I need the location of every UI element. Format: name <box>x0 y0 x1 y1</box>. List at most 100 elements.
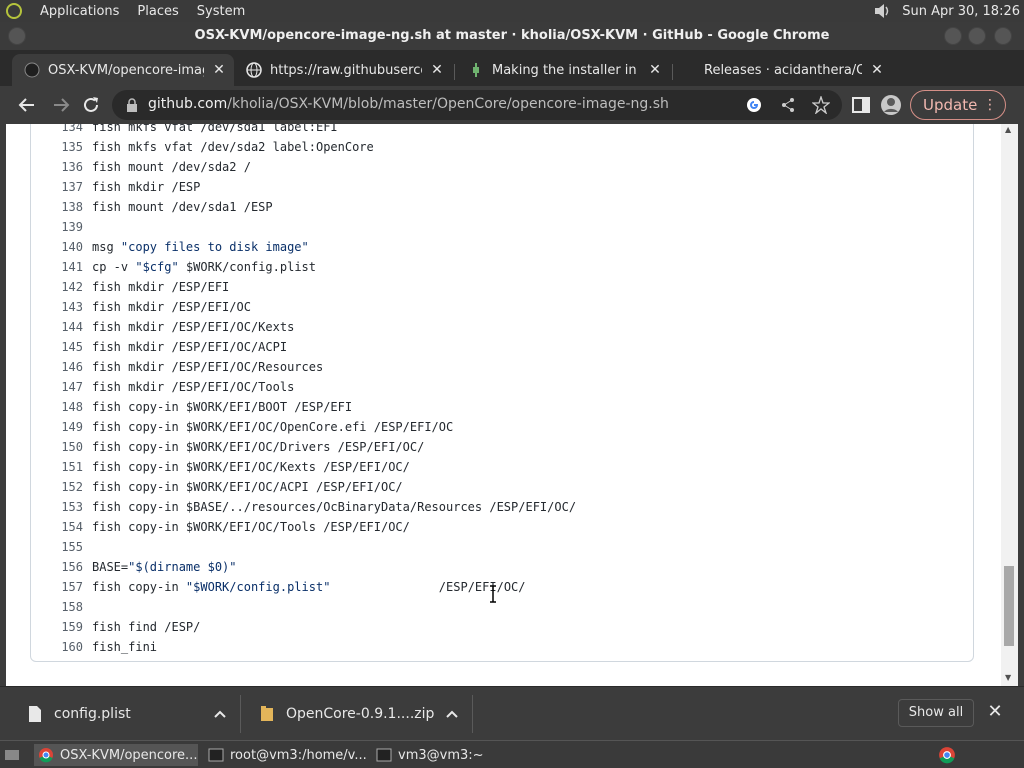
back-arrow-icon[interactable] <box>16 94 38 116</box>
line-number[interactable]: 136 <box>49 157 83 177</box>
window-titlebar[interactable]: OSX-KVM/opencore-image-ng.sh at master ·… <box>0 22 1024 50</box>
code-token: fish mkdir /ESP/EFI <box>92 280 230 294</box>
distro-logo-icon[interactable] <box>6 3 22 19</box>
taskbar-item-vm3-terminal[interactable]: vm3@vm3:~ <box>372 744 532 766</box>
line-number[interactable]: 142 <box>49 277 83 297</box>
download-item-opencore-zip[interactable]: OpenCore-0.9.1....zip <box>260 687 470 741</box>
chevron-up-icon[interactable] <box>446 710 458 718</box>
code-token: BASE= <box>92 560 129 574</box>
update-button[interactable]: Update ⋮ <box>910 90 1006 120</box>
update-label: Update <box>923 96 978 114</box>
tab-close-icon[interactable]: ✕ <box>428 62 446 78</box>
line-number[interactable]: 157 <box>49 577 83 597</box>
line-number[interactable]: 156 <box>49 557 83 577</box>
code-text: fish copy-in $WORK/EFI/OC/Drivers /ESP/E… <box>92 437 424 457</box>
tab-title: Releases · acidanthera/OpenCorePkg <box>704 62 862 78</box>
line-number[interactable]: 160 <box>49 637 83 657</box>
download-shelf: config.plist OpenCore-0.9.1....zip Show … <box>0 686 1024 740</box>
tab-making-installer[interactable]: Making the installer in Linux ✕ <box>456 54 670 86</box>
close-window-button[interactable] <box>994 27 1012 45</box>
line-number[interactable]: 134 <box>49 124 83 137</box>
line-number[interactable]: 147 <box>49 377 83 397</box>
google-icon[interactable] <box>746 97 762 113</box>
code-token: fish mkfs vfat /dev/sda1 label:EFI <box>92 124 338 134</box>
code-token: fish mkdir /ESP/EFI/OC/Resources <box>92 360 324 374</box>
kebab-menu-icon[interactable]: ⋮ <box>983 91 997 119</box>
menu-system[interactable]: System <box>197 4 245 19</box>
code-token: fish mkdir /ESP/EFI/OC <box>92 300 251 314</box>
taskbar-item-chrome[interactable]: OSX-KVM/opencore... <box>34 744 198 766</box>
taskbar-item-root-terminal[interactable]: root@vm3:/home/v... <box>204 744 366 766</box>
code-token: fish copy-in $WORK/EFI/OC/Tools /ESP/EFI… <box>92 520 410 534</box>
url-text[interactable]: github.com/kholia/OSX-KVM/blob/master/Op… <box>148 96 669 112</box>
code-token: $WORK/config.plist <box>178 260 316 274</box>
line-number[interactable]: 155 <box>49 537 83 557</box>
line-number[interactable]: 158 <box>49 597 83 617</box>
code-token: fish copy-in $WORK/EFI/OC/ACPI /ESP/EFI/… <box>92 480 403 494</box>
line-number[interactable]: 150 <box>49 437 83 457</box>
volume-icon[interactable] <box>872 2 892 20</box>
tab-releases-opencorepkg[interactable]: Releases · acidanthera/OpenCorePkg ✕ <box>692 54 892 86</box>
forward-arrow-icon[interactable] <box>50 94 72 116</box>
menu-places[interactable]: Places <box>137 4 178 19</box>
code-text: fish copy-in $WORK/EFI/OC/ACPI /ESP/EFI/… <box>92 477 403 497</box>
code-line: 156 BASE="$(dirname $0)" <box>31 557 971 577</box>
line-number[interactable]: 141 <box>49 257 83 277</box>
profile-avatar-icon[interactable] <box>880 94 902 116</box>
tab-close-icon[interactable]: ✕ <box>868 62 886 78</box>
line-number[interactable]: 138 <box>49 197 83 217</box>
line-number[interactable]: 154 <box>49 517 83 537</box>
code-line: 149 fish copy-in $WORK/EFI/OC/OpenCore.ef… <box>31 417 971 437</box>
line-number[interactable]: 145 <box>49 337 83 357</box>
line-number[interactable]: 146 <box>49 357 83 377</box>
share-icon[interactable] <box>780 97 796 113</box>
line-number[interactable]: 140 <box>49 237 83 257</box>
show-all-button[interactable]: Show all <box>898 699 974 727</box>
window-menu-button[interactable] <box>8 27 26 45</box>
code-token: fish copy-in $BASE/../resources/OcBinary… <box>92 500 577 514</box>
side-panel-icon[interactable] <box>850 94 872 116</box>
maximize-button[interactable] <box>968 27 986 45</box>
reload-icon[interactable] <box>80 94 102 116</box>
menu-applications[interactable]: Applications <box>40 4 119 19</box>
chevron-up-icon[interactable] <box>214 710 226 718</box>
code-text: fish mkdir /ESP/EFI/OC/Tools <box>92 377 294 397</box>
code-line: 136 fish mount /dev/sda2 / <box>31 157 971 177</box>
line-number[interactable]: 149 <box>49 417 83 437</box>
line-number[interactable]: 148 <box>49 397 83 417</box>
system-menu: Applications Places System <box>6 3 263 19</box>
tab-raw-githubusercontent[interactable]: https://raw.githubusercontent.com ✕ <box>234 54 452 86</box>
tab-opencore-image[interactable]: OSX-KVM/opencore-image-ng.sh at master ✕ <box>12 54 234 86</box>
close-icon[interactable]: ✕ <box>986 703 1004 721</box>
line-number[interactable]: 143 <box>49 297 83 317</box>
chrome-tray-icon[interactable] <box>938 746 956 764</box>
scrollbar[interactable]: ▲ ▼ <box>1001 124 1018 686</box>
star-icon[interactable] <box>812 96 830 114</box>
line-number[interactable]: 139 <box>49 217 83 237</box>
tab-close-icon[interactable]: ✕ <box>210 62 228 78</box>
download-filename: OpenCore-0.9.1....zip <box>286 706 435 722</box>
scroll-up-icon[interactable]: ▲ <box>1005 126 1013 134</box>
line-number[interactable]: 153 <box>49 497 83 517</box>
lock-icon[interactable] <box>126 98 138 112</box>
minimize-button[interactable] <box>944 27 962 45</box>
line-number[interactable]: 151 <box>49 457 83 477</box>
line-number[interactable]: 144 <box>49 317 83 337</box>
code-token: fish mkfs vfat /dev/sda2 label:OpenCore <box>92 140 374 154</box>
line-number[interactable]: 135 <box>49 137 83 157</box>
tab-close-icon[interactable]: ✕ <box>646 62 664 78</box>
line-number[interactable]: 159 <box>49 617 83 637</box>
code-text: fish copy-in $WORK/EFI/BOOT /ESP/EFI <box>92 397 352 417</box>
address-bar[interactable]: github.com/kholia/OSX-KVM/blob/master/Op… <box>112 90 842 120</box>
code-text: fish mount /dev/sda1 /ESP <box>92 197 273 217</box>
download-item-config-plist[interactable]: config.plist <box>28 687 238 741</box>
show-desktop-icon[interactable] <box>4 747 20 763</box>
clock[interactable]: Sun Apr 30, 18:26 <box>902 4 1020 19</box>
line-number[interactable]: 152 <box>49 477 83 497</box>
scroll-down-icon[interactable]: ▼ <box>1005 674 1013 682</box>
code-line: 134 fish mkfs vfat /dev/sda1 label:EFI <box>31 124 971 137</box>
panel-right: Sun Apr 30, 18:26 <box>872 0 1020 22</box>
scroll-thumb[interactable] <box>1004 566 1014 646</box>
line-number[interactable]: 137 <box>49 177 83 197</box>
code-text: fish mkdir /ESP/EFI/OC/Resources <box>92 357 323 377</box>
